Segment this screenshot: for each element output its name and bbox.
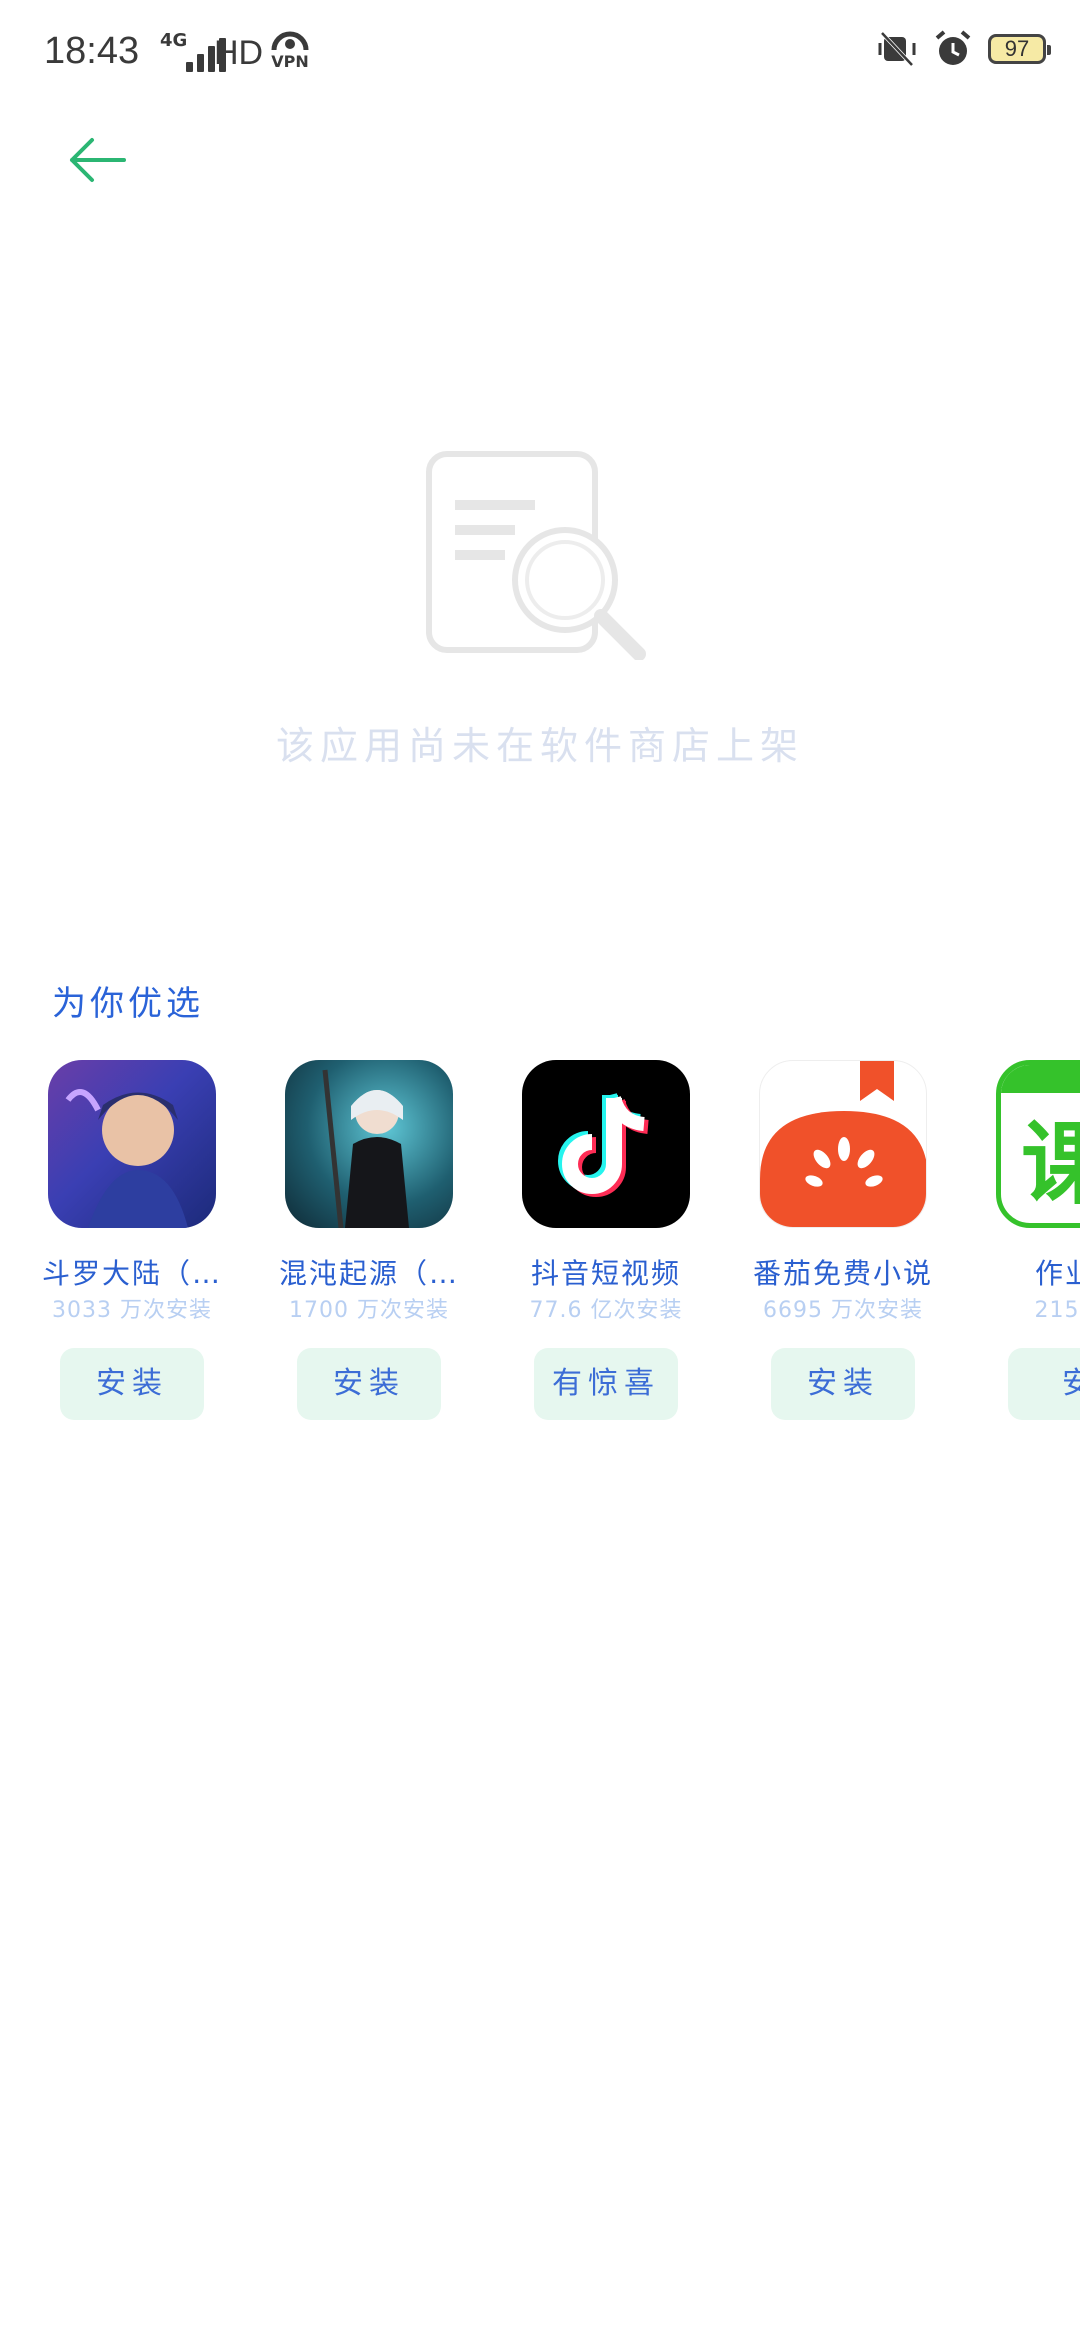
app-icon-douyin[interactable] — [522, 1060, 690, 1228]
app-name: 番茄免费小说 — [752, 1257, 933, 1290]
empty-message: 该应用尚未在软件商店上架 — [275, 724, 804, 768]
app-icon-fanqie-novel[interactable] — [759, 1060, 927, 1228]
section-title: 为你优选 — [52, 984, 204, 1024]
install-button[interactable]: 安装 — [297, 1348, 441, 1420]
status-right-icons: 97 — [878, 30, 1051, 68]
network-indicator: 4G HD VPN — [160, 30, 320, 74]
battery-icon: 97 — [988, 34, 1051, 64]
vpn-label: VPN — [271, 52, 309, 71]
app-icon-douluo[interactable] — [48, 1060, 216, 1228]
document-search-icon — [426, 451, 646, 660]
app-name: 抖音短视频 — [530, 1257, 681, 1290]
network-type: 4G — [160, 30, 188, 51]
hd-indicator: HD — [214, 34, 264, 72]
app-installs: 77.6 亿次安装 — [529, 1298, 683, 1323]
back-arrow-icon — [70, 138, 126, 182]
vpn-icon: VPN — [268, 30, 312, 74]
recommend-list: 斗罗大陆（… 3033 万次安装 安装 混沌起源（… 1700 万次安装 安装 — [0, 1060, 1080, 1440]
app-installs: 1700 万次安装 — [289, 1298, 449, 1323]
app-icon-zuoyebang[interactable]: 课 — [996, 1060, 1080, 1228]
status-bar: 18:43 4G HD VPN 97 — [0, 0, 1080, 110]
app-installs: 6695 万次安装 — [763, 1298, 923, 1323]
alarm-icon — [935, 30, 971, 65]
app-name: 斗罗大陆（… — [41, 1257, 222, 1290]
app-icon-chaos-origin[interactable] — [285, 1060, 453, 1228]
status-time: 18:43 — [44, 30, 140, 72]
install-button[interactable]: 安装 — [60, 1348, 204, 1420]
back-button[interactable] — [62, 130, 130, 190]
app-name: 作业帮 — [1034, 1257, 1080, 1290]
surprise-button[interactable]: 有惊喜 — [534, 1348, 678, 1420]
app-name: 混沌起源（… — [278, 1257, 459, 1290]
install-button[interactable]: 安 — [1008, 1348, 1080, 1420]
install-button[interactable]: 安装 — [771, 1348, 915, 1420]
app-installs: 3033 万次安装 — [52, 1298, 212, 1323]
svg-text:课: 课 — [1021, 1112, 1080, 1217]
vibrate-off-icon — [878, 31, 916, 67]
app-installs: 2152 万 — [1034, 1298, 1080, 1323]
